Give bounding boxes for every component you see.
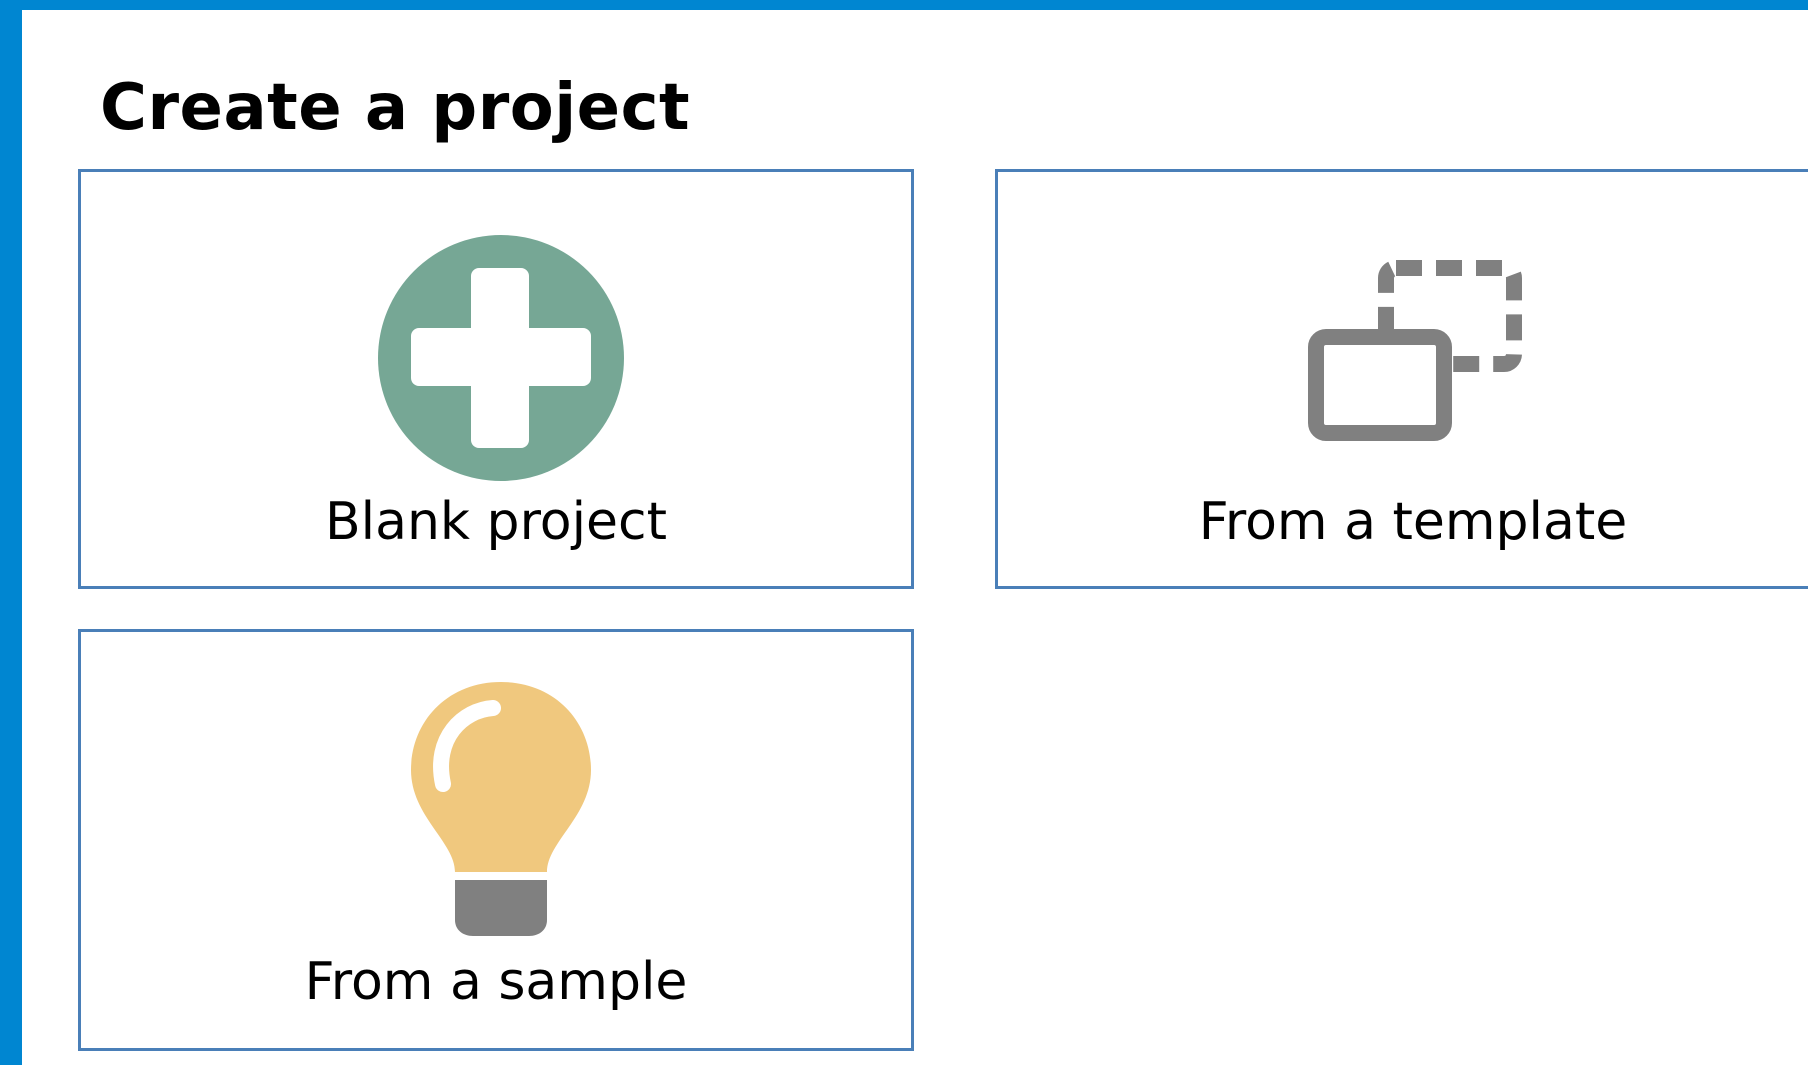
lightbulb-icon: [411, 682, 591, 936]
sample-card[interactable]: From a sample: [78, 629, 914, 1051]
template-label: From a template: [1198, 492, 1628, 552]
blank-project-card[interactable]: Blank project: [78, 169, 914, 589]
sample-label: From a sample: [304, 952, 688, 1012]
template-card[interactable]: From a template: [995, 169, 1808, 589]
window-frame: Create a project Blank project From a te…: [0, 0, 1808, 1065]
blank-project-label: Blank project: [324, 492, 668, 552]
page-title: Create a project: [100, 71, 691, 145]
template-copy-icon: [1308, 260, 1522, 441]
plus-circle-icon: [378, 235, 624, 481]
